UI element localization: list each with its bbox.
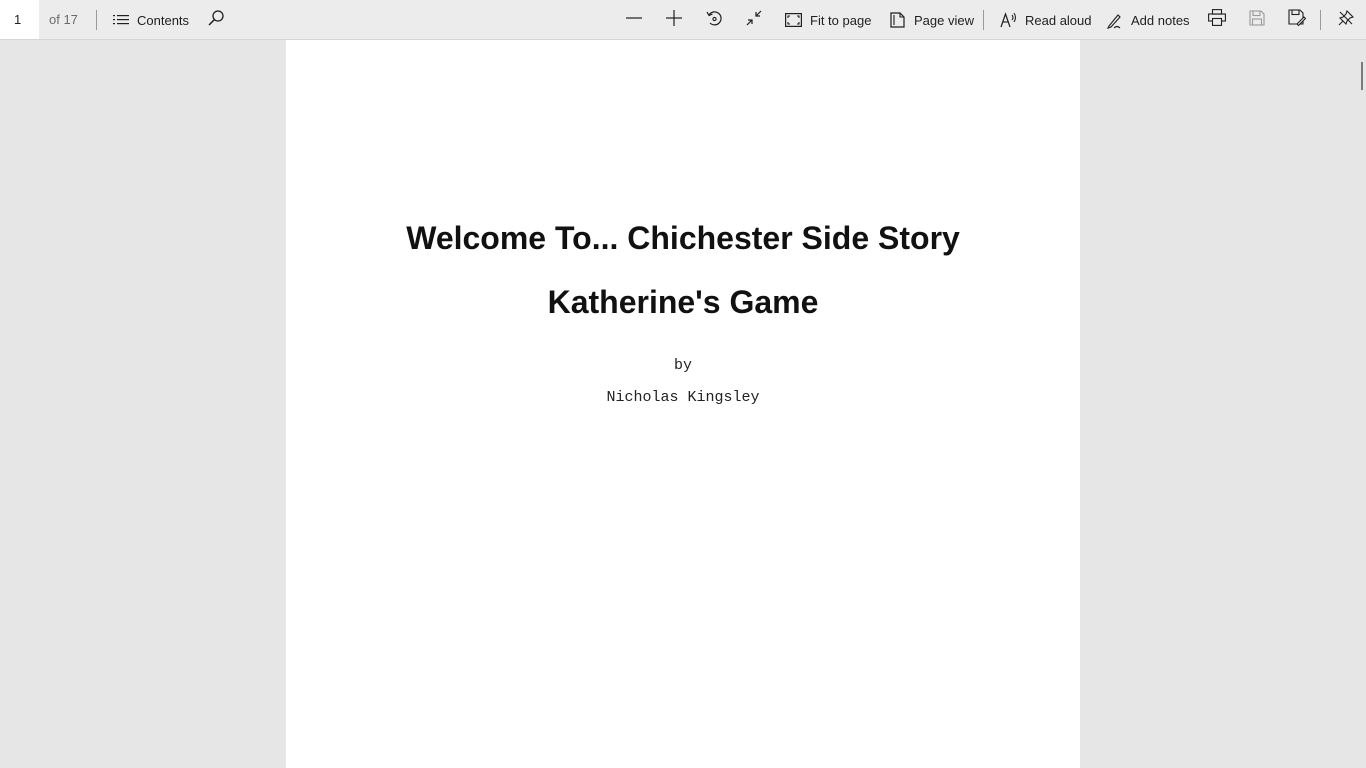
vertical-scrollbar[interactable] bbox=[1356, 40, 1366, 768]
save-as-icon bbox=[1288, 9, 1307, 31]
page-view-icon bbox=[890, 12, 906, 28]
page-count: of 17 bbox=[49, 12, 78, 27]
scrollbar-thumb[interactable] bbox=[1361, 62, 1363, 90]
rotate-button[interactable] bbox=[696, 0, 732, 40]
author-name: Nicholas Kingsley bbox=[606, 389, 760, 406]
read-aloud-button[interactable]: Read aloud bbox=[1000, 0, 1092, 40]
collapse-icon bbox=[745, 9, 763, 32]
collapse-button[interactable] bbox=[736, 0, 772, 40]
pen-icon bbox=[1106, 12, 1123, 29]
rotate-icon bbox=[705, 9, 723, 32]
print-button[interactable] bbox=[1199, 0, 1235, 40]
read-aloud-icon bbox=[1000, 12, 1017, 28]
contents-label: Contents bbox=[137, 12, 190, 28]
contents-button[interactable]: Contents bbox=[113, 0, 189, 40]
save-icon bbox=[1249, 9, 1265, 31]
save-button[interactable] bbox=[1239, 0, 1275, 40]
pin-icon bbox=[1338, 9, 1355, 31]
zoom-in-button[interactable] bbox=[656, 0, 692, 40]
toolbar: of 17 Contents bbox=[0, 0, 1366, 40]
zoom-out-button[interactable] bbox=[616, 0, 652, 40]
toolbar-divider bbox=[1320, 10, 1321, 30]
list-icon bbox=[113, 13, 129, 27]
search-button[interactable] bbox=[198, 0, 234, 40]
minus-icon bbox=[625, 9, 643, 32]
save-as-button[interactable] bbox=[1279, 0, 1315, 40]
search-icon bbox=[207, 9, 225, 32]
toolbar-divider bbox=[983, 10, 984, 30]
page-view-button[interactable]: Page view bbox=[890, 0, 974, 40]
document-page: Welcome To... Chichester Side Story Kath… bbox=[286, 40, 1080, 768]
page-view-label: Page view bbox=[914, 12, 974, 28]
fit-to-page-button[interactable]: Fit to page bbox=[785, 0, 871, 40]
read-aloud-label: Read aloud bbox=[1025, 12, 1092, 28]
pin-toolbar-button[interactable] bbox=[1328, 0, 1364, 40]
page-number-input[interactable] bbox=[0, 0, 39, 39]
add-notes-label: Add notes bbox=[1131, 12, 1190, 28]
toolbar-divider bbox=[96, 10, 97, 30]
add-notes-button[interactable]: Add notes bbox=[1106, 0, 1190, 40]
plus-icon bbox=[665, 9, 683, 32]
document-title: Welcome To... Chichester Side Story bbox=[406, 220, 960, 256]
document-subtitle: Katherine's Game bbox=[547, 284, 819, 320]
fit-to-page-icon bbox=[785, 13, 802, 27]
fit-to-page-label: Fit to page bbox=[810, 12, 872, 28]
byline: by bbox=[673, 357, 692, 374]
print-icon bbox=[1208, 9, 1226, 31]
